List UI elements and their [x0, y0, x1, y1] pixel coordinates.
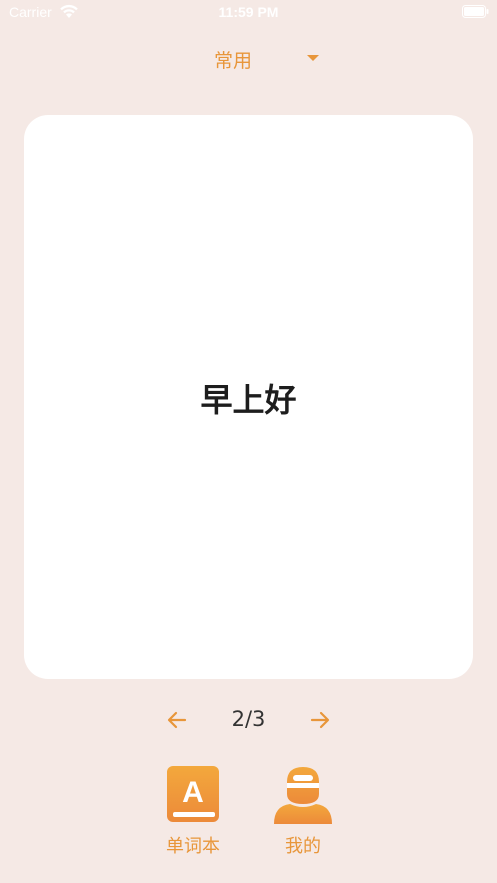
pager: 2/3: [0, 702, 497, 738]
user-profile-icon: [274, 767, 332, 824]
dropdown-caret-icon[interactable]: [306, 54, 320, 62]
svg-text:A: A: [182, 776, 204, 809]
page-indicator: 2/3: [231, 707, 266, 731]
tab-profile[interactable]: 我的: [263, 764, 343, 860]
battery-icon: [462, 5, 489, 18]
tab-profile-label: 我的: [285, 836, 321, 857]
tab-vocabulary[interactable]: A 单词本: [153, 764, 233, 860]
flash-card[interactable]: 早上好: [24, 115, 473, 679]
card-word: 早上好: [200, 381, 297, 419]
app-screen: Carrier 11:59 PM 常用 早上好 2/3 A 单词本 我的: [0, 0, 497, 883]
category-selector[interactable]: 常用: [0, 44, 497, 74]
status-bar: Carrier 11:59 PM: [0, 0, 497, 26]
arrow-right-icon[interactable]: [308, 708, 332, 732]
tab-vocabulary-label: 单词本: [166, 836, 220, 857]
vocabulary-book-icon: A: [167, 766, 219, 822]
category-label[interactable]: 常用: [214, 46, 252, 73]
status-time: 11:59 PM: [218, 4, 279, 20]
